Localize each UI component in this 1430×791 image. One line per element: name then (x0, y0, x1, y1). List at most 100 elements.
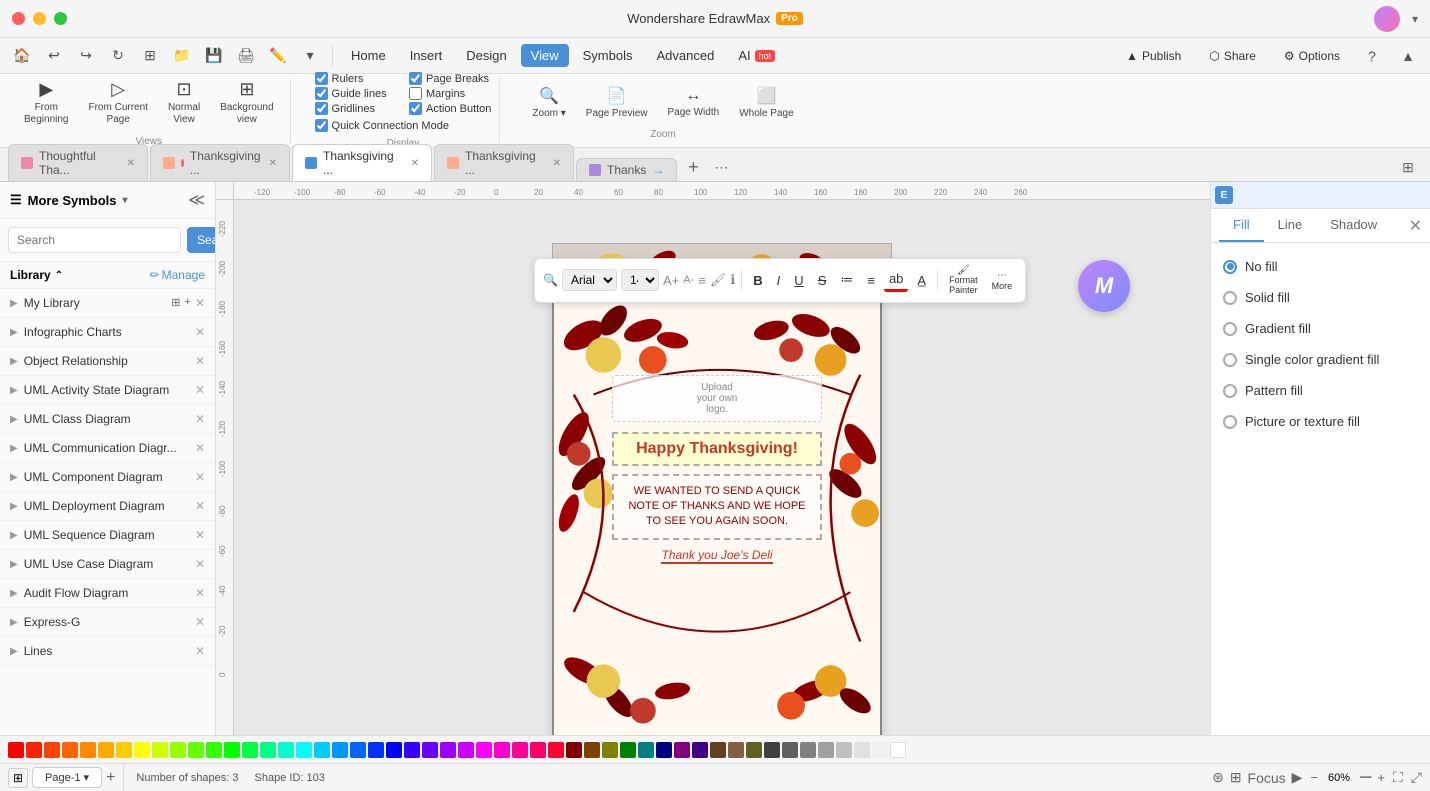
gradient-fill-radio[interactable] (1223, 322, 1237, 336)
panel-collapse-icon[interactable]: ⊞ (1394, 153, 1422, 181)
save-icon[interactable]: 💾 (200, 42, 228, 70)
edit-icon[interactable]: ✏️ (264, 42, 292, 70)
user-avatar[interactable] (1374, 6, 1400, 32)
single-gradient-radio[interactable] (1223, 353, 1237, 367)
color-swatch[interactable] (512, 742, 528, 758)
color-swatch[interactable] (116, 742, 132, 758)
font-size-up-icon[interactable]: A+ (663, 273, 679, 288)
color-swatch-green[interactable] (224, 742, 240, 758)
color-swatch[interactable] (350, 742, 366, 758)
color-swatch[interactable] (494, 742, 510, 758)
zoom-out-button[interactable]: − (1310, 770, 1318, 785)
color-swatch[interactable] (602, 742, 618, 758)
search-button[interactable]: Search (187, 227, 216, 253)
color-swatch[interactable] (638, 742, 654, 758)
uml-comp-close[interactable]: ✕ (195, 470, 205, 484)
text-highlight-icon[interactable]: A̲ (912, 270, 931, 291)
strikethrough-button[interactable]: S (813, 270, 832, 291)
audit-flow-close[interactable]: ✕ (195, 586, 205, 600)
card-title[interactable]: Happy Thanksgiving! (612, 432, 822, 466)
sidebar-item-object-rel[interactable]: ▶ Object Relationship ✕ (0, 347, 215, 376)
sidebar-item-audit-flow[interactable]: ▶ Audit Flow Diagram ✕ (0, 579, 215, 608)
share-button[interactable]: ⬡Share (1199, 45, 1266, 67)
gradient-fill-option[interactable]: Gradient fill (1223, 317, 1418, 340)
margins-input[interactable] (409, 87, 422, 100)
quick-connection-checkbox[interactable]: Quick Connection Mode (315, 119, 449, 132)
color-swatch[interactable] (458, 742, 474, 758)
menu-advanced[interactable]: Advanced (646, 44, 724, 67)
color-swatch[interactable] (80, 742, 96, 758)
color-swatch-red[interactable] (8, 742, 24, 758)
color-swatch[interactable] (26, 742, 42, 758)
infographic-close[interactable]: ✕ (195, 325, 205, 339)
expand-icon[interactable]: ⛶ (1393, 769, 1403, 786)
thanksgiving-card[interactable]: Upload your own logo. Happy Thanksgiving… (552, 293, 882, 736)
color-swatch[interactable] (98, 742, 114, 758)
my-library-copy-icon[interactable]: ⊞ (171, 296, 180, 310)
sidebar-item-uml-seq[interactable]: ▶ UML Sequence Diagram ✕ (0, 521, 215, 550)
my-library-add-icon[interactable]: + (185, 296, 191, 310)
undo-all-icon[interactable]: ↪ (72, 42, 100, 70)
numbered-list-button[interactable]: ≔ (835, 269, 858, 291)
picture-fill-radio[interactable] (1223, 415, 1237, 429)
color-swatch[interactable] (278, 742, 294, 758)
sidebar-title[interactable]: ☰ More Symbols ▾ (10, 192, 128, 208)
uml-comm-close[interactable]: ✕ (195, 441, 205, 455)
color-swatch[interactable] (620, 742, 636, 758)
color-swatch[interactable] (242, 742, 258, 758)
color-swatch-white[interactable] (890, 742, 906, 758)
canvas-area[interactable]: 🔍 Arial 14 A+ A- ≡ 🖌 ℹ B I U (234, 200, 1210, 735)
print-icon[interactable]: 🖨 (232, 42, 260, 70)
sidebar-collapse-icon[interactable]: ≪ (188, 190, 205, 210)
layers-icon[interactable]: ⊛ (1212, 769, 1224, 786)
action-button-input[interactable] (409, 102, 422, 115)
close-button[interactable] (12, 12, 25, 25)
color-swatch[interactable] (404, 742, 420, 758)
uml-usecase-close[interactable]: ✕ (195, 557, 205, 571)
maximize-button[interactable] (54, 12, 67, 25)
from-beginning-button[interactable]: ▶ FromBeginning (16, 75, 76, 130)
color-swatch[interactable] (530, 742, 546, 758)
chevron-down-icon[interactable]: ▾ (1412, 12, 1418, 26)
fit-icon[interactable]: ⊞ (1230, 769, 1242, 786)
bullet-list-button[interactable]: ≡ (862, 270, 880, 291)
tab-5[interactable]: Thanks → (576, 158, 677, 181)
sidebar-item-my-library[interactable]: ▶ My Library ⊞ + ✕ (0, 289, 215, 318)
italic-button[interactable]: I (772, 270, 786, 291)
color-swatch[interactable] (368, 742, 384, 758)
more-text-button[interactable]: ⋯ More (987, 268, 1018, 293)
publish-button[interactable]: ▲Publish (1116, 45, 1191, 67)
undo-icon[interactable]: ↩ (40, 42, 68, 70)
sidebar-item-uml-comm[interactable]: ▶ UML Communication Diagr... ✕ (0, 434, 215, 463)
more-options-icon[interactable]: ℹ (730, 272, 735, 288)
page-width-button[interactable]: ↔ Page Width (659, 82, 727, 123)
menu-design[interactable]: Design (456, 44, 516, 67)
color-swatch-yellow[interactable] (134, 742, 150, 758)
sidebar-item-uml-activity[interactable]: ▶ UML Activity State Diagram ✕ (0, 376, 215, 405)
shadow-tab[interactable]: Shadow (1316, 209, 1391, 242)
card-body[interactable]: WE WANTED TO SEND A QUICK NOTE OF THANKS… (612, 474, 822, 540)
color-swatch[interactable] (872, 742, 888, 758)
sidebar-item-express-g[interactable]: ▶ Express-G ✕ (0, 608, 215, 637)
normal-view-button[interactable]: ⊡ NormalView (160, 75, 208, 130)
tab-4[interactable]: Thanksgiving ... ✕ (434, 144, 574, 181)
tab-3[interactable]: Thanksgiving ... ✕ (292, 144, 432, 181)
pattern-fill-option[interactable]: Pattern fill (1223, 379, 1418, 402)
menu-ai[interactable]: AI hot (728, 44, 785, 67)
color-swatch[interactable] (170, 742, 186, 758)
format-painter-button[interactable]: 🖌 FormatPainter (944, 263, 983, 298)
more-tabs-button[interactable]: ⋯ (707, 153, 735, 181)
color-swatch-navy[interactable] (656, 742, 672, 758)
sidebar-item-uml-class[interactable]: ▶ UML Class Diagram ✕ (0, 405, 215, 434)
color-swatch[interactable] (44, 742, 60, 758)
bold-button[interactable]: B (748, 270, 767, 291)
gridlines-checkbox[interactable]: Gridlines (315, 102, 397, 115)
zoom-button[interactable]: 🔍 Zoom ▾ (524, 82, 573, 123)
color-swatch[interactable] (548, 742, 564, 758)
color-swatch[interactable] (62, 742, 78, 758)
action-button-checkbox[interactable]: Action Button (409, 102, 491, 115)
manage-link[interactable]: ✏ Manage (150, 268, 205, 282)
guide-lines-input[interactable] (315, 87, 328, 100)
color-swatch-maroon[interactable] (566, 742, 582, 758)
color-swatch-purple[interactable] (674, 742, 690, 758)
